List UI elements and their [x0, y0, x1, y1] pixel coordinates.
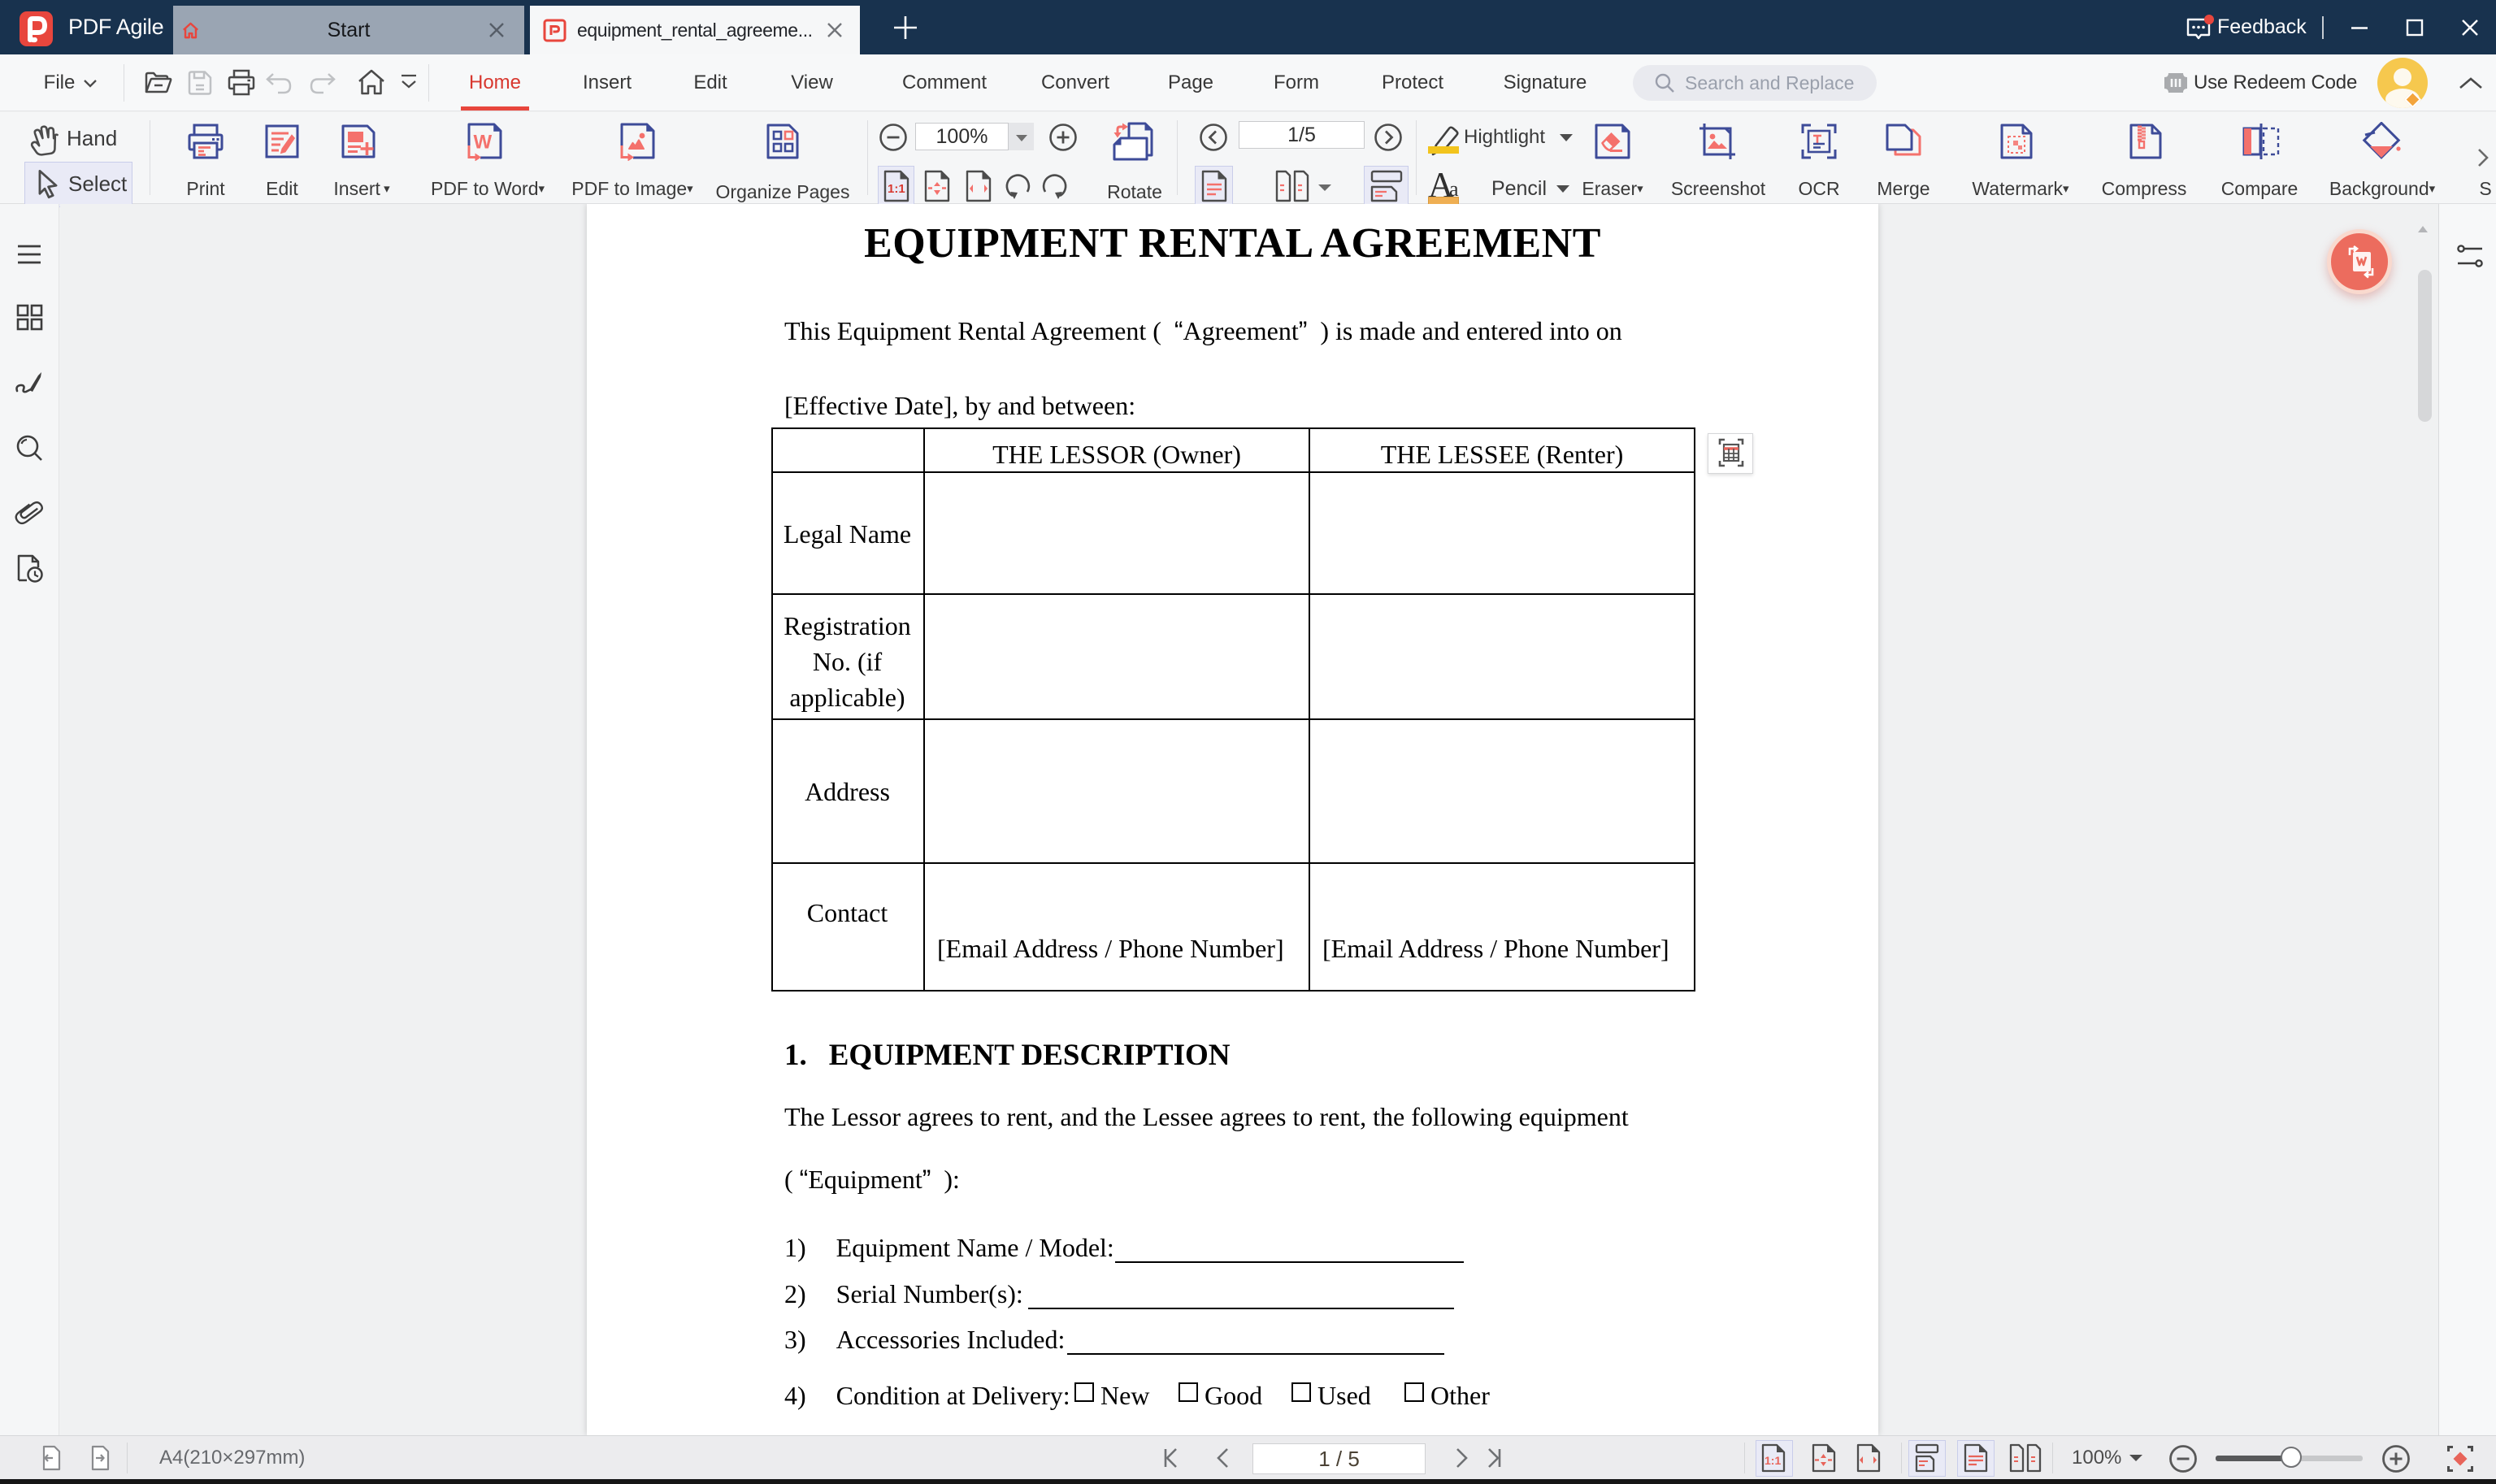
svg-text:1:1: 1:1 [1765, 1454, 1781, 1467]
svg-text:1:1: 1:1 [888, 182, 905, 196]
svg-text:W: W [474, 132, 493, 154]
